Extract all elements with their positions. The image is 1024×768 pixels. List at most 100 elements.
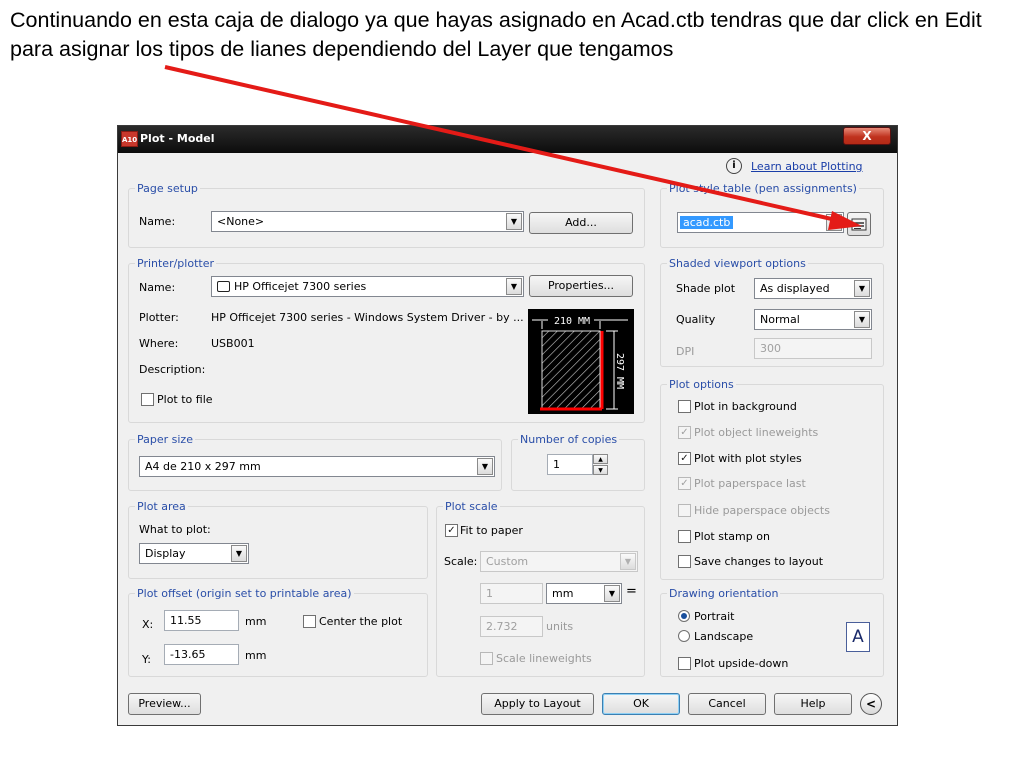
add-button[interactable]: Add... <box>529 212 633 234</box>
copies-input[interactable]: 1 <box>547 454 593 475</box>
number-of-copies-title: Number of copies <box>518 433 620 446</box>
copies-up-icon[interactable]: ▲ <box>593 454 608 464</box>
chevron-down-icon[interactable]: ▼ <box>477 458 493 475</box>
shade-plot-dropdown[interactable]: As displayed ▼ <box>754 278 872 299</box>
title-bar[interactable]: A10 Plot - Model X <box>118 126 897 153</box>
chevron-down-icon[interactable]: ▼ <box>854 311 870 328</box>
shade-plot-label: Shade plot <box>676 282 736 295</box>
edit-icon <box>851 218 867 231</box>
scale-lineweights-checkbox[interactable] <box>480 652 493 665</box>
window-title: Plot - Model <box>140 132 215 145</box>
shade-plot-value: As displayed <box>760 282 830 295</box>
scale-units-input[interactable]: 2.732 <box>480 616 543 637</box>
what-to-plot-label: What to plot: <box>139 523 211 536</box>
chevron-down-icon[interactable]: ▼ <box>854 280 870 297</box>
preview-button[interactable]: Preview... <box>128 693 201 715</box>
plot-options-title: Plot options <box>667 378 736 391</box>
plot-object-lineweights-checkbox[interactable]: ✓ <box>678 426 691 439</box>
properties-button[interactable]: Properties... <box>529 275 633 297</box>
description-label: Description: <box>139 363 206 376</box>
quality-dropdown[interactable]: Normal ▼ <box>754 309 872 330</box>
scale-dropdown[interactable]: Custom ▼ <box>480 551 638 572</box>
help-button[interactable]: Help <box>774 693 852 715</box>
equals-sign: = <box>626 584 637 599</box>
drawing-orientation-title: Drawing orientation <box>667 587 781 600</box>
chevron-down-icon[interactable]: ▼ <box>620 553 636 570</box>
plotter-label: Plotter: <box>139 311 179 324</box>
plot-with-plot-styles-checkbox[interactable]: ✓ <box>678 452 691 465</box>
plot-option-label: Plot paperspace last <box>694 477 806 490</box>
preview-width-label: 210 MM <box>554 316 590 327</box>
fit-to-paper-label: Fit to paper <box>460 524 523 537</box>
units-label: units <box>546 620 574 633</box>
offset-x-label: X: <box>142 618 154 631</box>
shaded-viewport-title: Shaded viewport options <box>667 257 808 270</box>
offset-y-unit: mm <box>245 649 267 662</box>
scale-unit-value: mm <box>552 587 574 600</box>
preview-height-label: 297 MM <box>614 353 625 389</box>
paper-size-title: Paper size <box>135 433 195 446</box>
offset-y-label: Y: <box>142 653 151 666</box>
printer-name-dropdown[interactable]: HP Officejet 7300 series ▼ <box>211 276 524 297</box>
close-button[interactable]: X <box>843 127 891 145</box>
plot-stamp-on-checkbox[interactable] <box>678 530 691 543</box>
ok-button[interactable]: OK <box>602 693 680 715</box>
printer-icon <box>217 281 230 292</box>
printer-name-value: HP Officejet 7300 series <box>234 280 367 293</box>
dpi-input[interactable]: 300 <box>754 338 872 359</box>
scale-number-input[interactable]: 1 <box>480 583 543 604</box>
chevron-down-icon[interactable]: ▼ <box>231 545 247 562</box>
quality-label: Quality <box>676 313 716 326</box>
printer-name-label: Name: <box>139 281 176 294</box>
plot-upside-down-checkbox[interactable] <box>678 657 691 670</box>
portrait-label: Portrait <box>694 610 735 623</box>
plot-paperspace-last-checkbox[interactable]: ✓ <box>678 477 691 490</box>
plotter-value: HP Officejet 7300 series - Windows Syste… <box>211 311 524 324</box>
copies-down-icon[interactable]: ▼ <box>593 465 608 475</box>
edit-plot-style-button[interactable] <box>847 212 871 236</box>
fit-to-paper-checkbox[interactable]: ✓ <box>445 524 458 537</box>
plot-dialog: A10 Plot - Model X i Learn about Plottin… <box>117 125 898 726</box>
center-the-plot-label: Center the plot <box>319 615 403 628</box>
center-the-plot-checkbox[interactable] <box>303 615 316 628</box>
plot-style-table-dropdown[interactable]: acad.ctb ▼ <box>677 212 844 233</box>
paper-size-dropdown[interactable]: A4 de 210 x 297 mm ▼ <box>139 456 495 477</box>
scale-value: Custom <box>486 555 529 568</box>
scale-lineweights-label: Scale lineweights <box>496 652 592 665</box>
plot-option-label: Plot stamp on <box>694 530 770 543</box>
plot-to-file-checkbox[interactable] <box>141 393 154 406</box>
chevron-down-icon[interactable]: ▼ <box>506 278 522 295</box>
page-setup-title: Page setup <box>135 182 200 195</box>
landscape-radio[interactable] <box>678 630 690 642</box>
apply-to-layout-button[interactable]: Apply to Layout <box>481 693 594 715</box>
page-setup-name-label: Name: <box>139 215 176 228</box>
info-icon: i <box>726 158 742 174</box>
plot-area-title: Plot area <box>135 500 188 513</box>
what-to-plot-dropdown[interactable]: Display ▼ <box>139 543 249 564</box>
plot-option-label: Hide paperspace objects <box>694 504 830 517</box>
portrait-radio[interactable] <box>678 610 690 622</box>
instruction-caption: Continuando en esta caja de dialogo ya q… <box>10 8 982 61</box>
scale-label: Scale: <box>444 555 478 568</box>
save-changes-to-layout-checkbox[interactable] <box>678 555 691 568</box>
chevron-down-icon[interactable]: ▼ <box>506 213 522 230</box>
plot-scale-title: Plot scale <box>443 500 500 513</box>
plot-in-background-checkbox[interactable] <box>678 400 691 413</box>
offset-x-unit: mm <box>245 615 267 628</box>
scale-unit-dropdown[interactable]: mm ▼ <box>546 583 622 604</box>
plot-offset-title: Plot offset (origin set to printable are… <box>135 587 354 600</box>
page-setup-name-dropdown[interactable]: <None> ▼ <box>211 211 524 232</box>
cancel-button[interactable]: Cancel <box>688 693 766 715</box>
chevron-down-icon[interactable]: ▼ <box>604 585 620 602</box>
what-to-plot-value: Display <box>145 547 186 560</box>
dpi-label: DPI <box>676 345 695 358</box>
learn-about-plotting-link[interactable]: Learn about Plotting <box>751 160 863 173</box>
landscape-label: Landscape <box>694 630 754 643</box>
plot-option-label: Plot in background <box>694 400 797 413</box>
offset-y-input[interactable]: -13.65 <box>164 644 239 665</box>
more-options-icon[interactable]: < <box>860 693 882 715</box>
offset-x-input[interactable]: 11.55 <box>164 610 239 631</box>
paper-preview-graphic: 210 MM 297 MM <box>532 313 628 411</box>
hide-paperspace-objects-checkbox[interactable] <box>678 504 691 517</box>
chevron-down-icon[interactable]: ▼ <box>826 214 842 231</box>
